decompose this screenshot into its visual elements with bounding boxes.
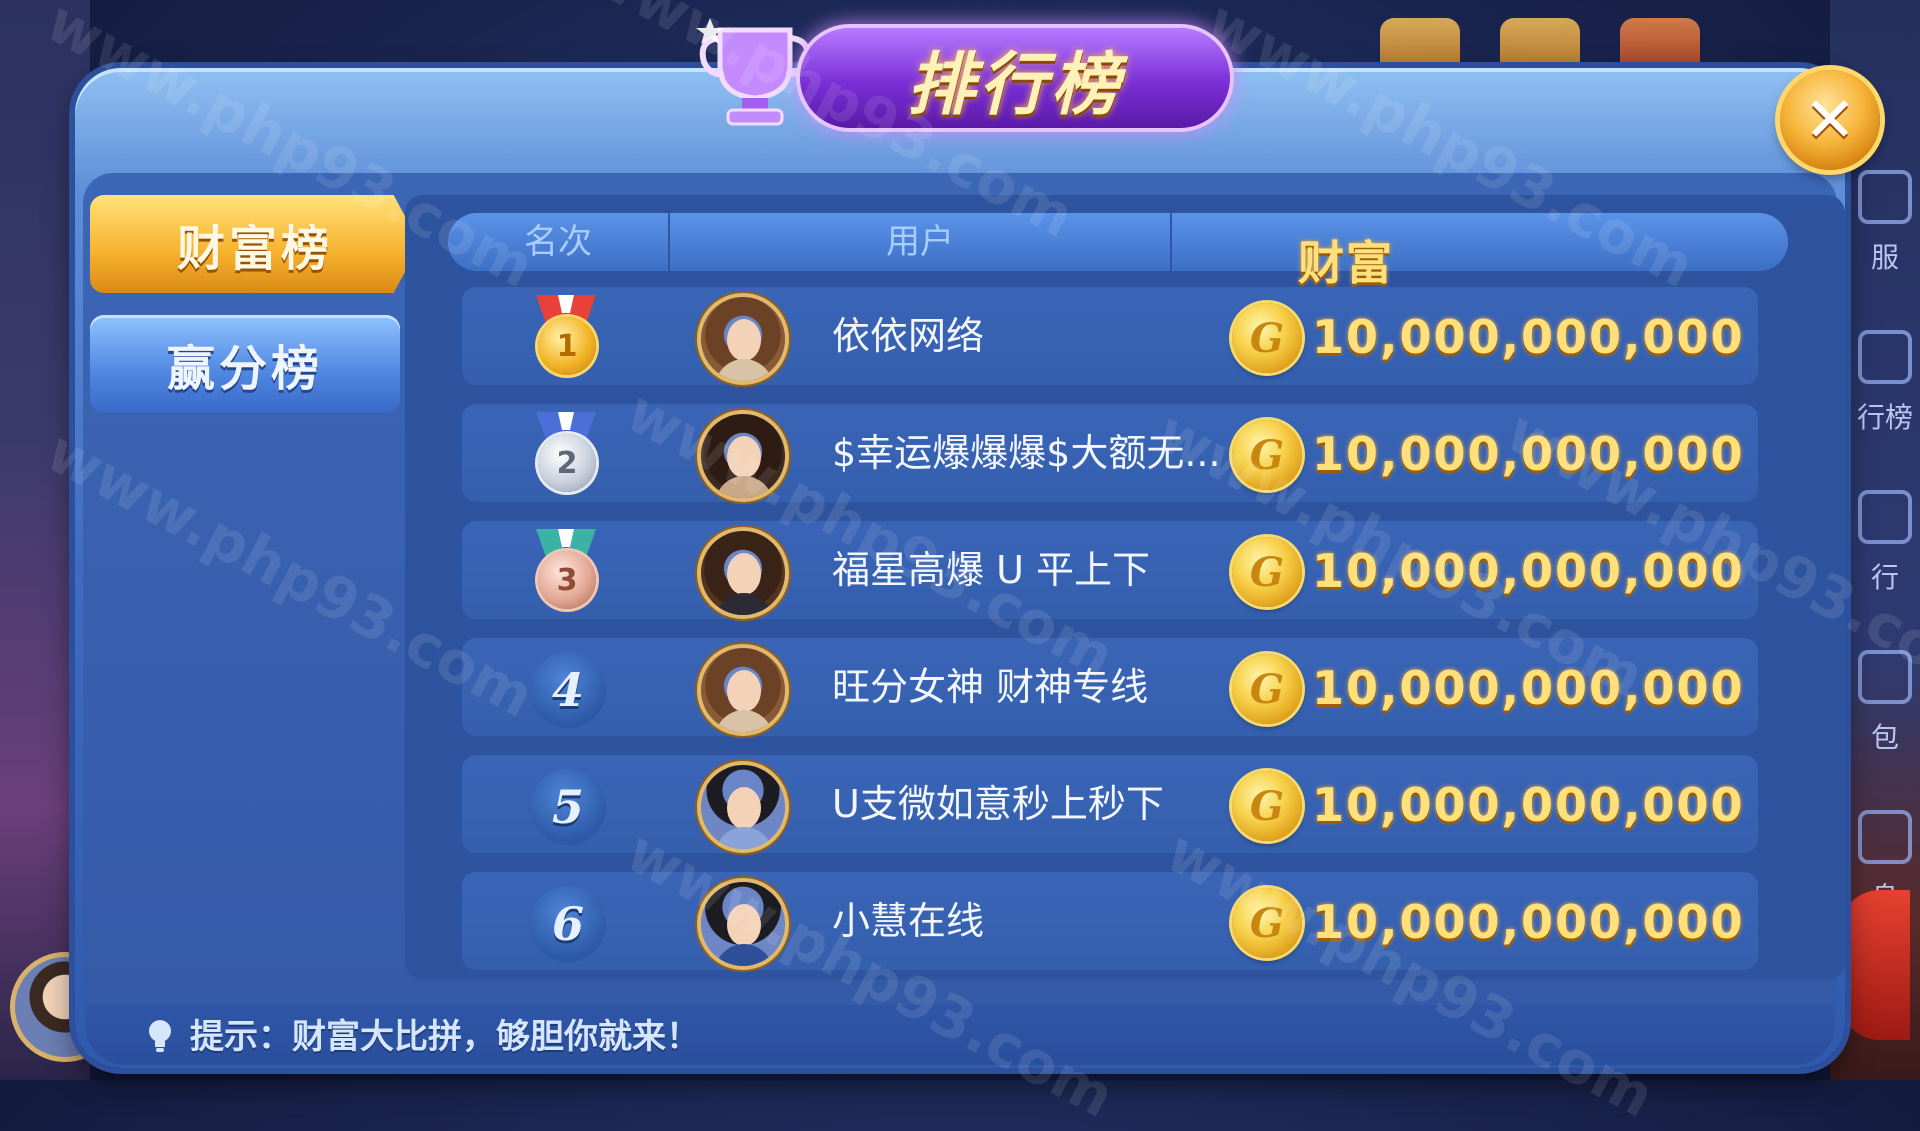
- avatar-face: [727, 436, 761, 478]
- avatar-face: [727, 670, 761, 712]
- username: $幸运爆爆爆$大额无...: [832, 431, 1221, 475]
- table-header: 名次 用户 财富: [448, 213, 1788, 290]
- message-icon: [1858, 810, 1912, 864]
- rank-cell: 2: [524, 412, 608, 496]
- close-button[interactable]: ✕: [1780, 70, 1880, 170]
- table-row[interactable]: 6 小慧在线 G 10,000,000,000: [462, 872, 1758, 970]
- trophy-icon: [1858, 330, 1912, 384]
- table-row[interactable]: 4 旺分女神 财神专线 G 10,000,000,000: [462, 638, 1758, 736]
- tip-text: 提示：财富大比拼，够胆你就来！: [190, 1017, 700, 1057]
- gold-coin-icon: G: [1232, 303, 1302, 373]
- side-menu-label: 行: [1870, 561, 1899, 594]
- avatar: [697, 293, 789, 385]
- avatar-face: [727, 904, 761, 946]
- gold-medal-icon: 1: [538, 317, 596, 375]
- username: U支微如意秒上秒下: [832, 782, 1164, 826]
- rank-number-badge: 5: [530, 769, 606, 845]
- wealth-value: 10,000,000,000: [1312, 661, 1745, 715]
- bag-icon: [1858, 650, 1912, 704]
- gold-coin-icon: G: [1232, 771, 1302, 841]
- table-row[interactable]: 5 U支微如意秒上秒下 G 10,000,000,000: [462, 755, 1758, 853]
- service-icon: [1858, 170, 1912, 224]
- page-title: 排行榜: [906, 44, 1123, 125]
- tab-score-ranking[interactable]: 赢分榜: [90, 315, 400, 413]
- username: 依依网络: [832, 314, 985, 358]
- table-row[interactable]: 3 福星高爆 U 平上下 G 10,000,000,000: [462, 521, 1758, 619]
- avatar: [697, 644, 789, 736]
- bottom-right-badge[interactable]: [1840, 890, 1910, 1040]
- wealth-value: 10,000,000,000: [1312, 310, 1745, 364]
- username: 小慧在线: [832, 899, 985, 943]
- bank-icon: [1858, 490, 1912, 544]
- avatar-face: [727, 787, 761, 829]
- rank-cell: 6: [524, 880, 608, 964]
- table-row[interactable]: 2 $幸运爆爆爆$大额无... G 10,000,000,000: [462, 404, 1758, 502]
- wealth-value: 10,000,000,000: [1312, 895, 1745, 949]
- avatar-face: [727, 553, 761, 595]
- table-row[interactable]: 1 依依网络 G 10,000,000,000: [462, 287, 1758, 385]
- rank-cell: 4: [524, 646, 608, 730]
- avatar: [697, 878, 789, 970]
- avatar: [697, 761, 789, 853]
- side-menu-item-bag[interactable]: 包: [1850, 650, 1920, 810]
- rank-number-badge: 6: [530, 886, 606, 962]
- rank-cell: 3: [524, 529, 608, 613]
- side-menu-label: 服: [1870, 241, 1899, 274]
- title-header: 排行榜: [690, 0, 1250, 150]
- side-menu-item-service[interactable]: 服: [1850, 170, 1920, 330]
- side-menu-label: 行榜: [1856, 401, 1913, 434]
- tab-wealth-ranking[interactable]: 财富榜: [90, 195, 420, 293]
- rank-cell: 5: [524, 763, 608, 847]
- side-menu-item-ranking[interactable]: 行榜: [1850, 330, 1920, 490]
- wealth-value: 10,000,000,000: [1312, 544, 1745, 598]
- gold-coin-icon: G: [1232, 654, 1302, 724]
- gold-coin-icon: G: [1232, 888, 1302, 958]
- wealth-value: 10,000,000,000: [1312, 778, 1745, 832]
- silver-medal-icon: 2: [538, 434, 596, 492]
- avatar-face: [727, 319, 761, 361]
- avatar: [697, 410, 789, 502]
- wealth-value: 10,000,000,000: [1312, 427, 1745, 481]
- username: 福星高爆 U 平上下: [832, 548, 1150, 592]
- rank-number-badge: 4: [530, 652, 606, 728]
- rank-cell: 1: [524, 295, 608, 379]
- column-header-rank: 名次: [448, 213, 670, 271]
- username: 旺分女神 财神专线: [832, 665, 1149, 709]
- column-header-user: 用户: [670, 213, 1172, 271]
- right-side-menu: 服 行榜 行 包 息: [1850, 170, 1920, 970]
- gold-coin-icon: G: [1232, 420, 1302, 490]
- side-menu-label: 包: [1870, 721, 1899, 754]
- close-icon: ✕: [1804, 83, 1856, 156]
- gold-coin-icon: G: [1232, 537, 1302, 607]
- bronze-medal-icon: 3: [538, 551, 596, 609]
- title-banner: 排行榜: [800, 28, 1230, 128]
- avatar: [697, 527, 789, 619]
- side-menu-item-bank[interactable]: 行: [1850, 490, 1920, 650]
- lightbulb-icon: [149, 1020, 171, 1052]
